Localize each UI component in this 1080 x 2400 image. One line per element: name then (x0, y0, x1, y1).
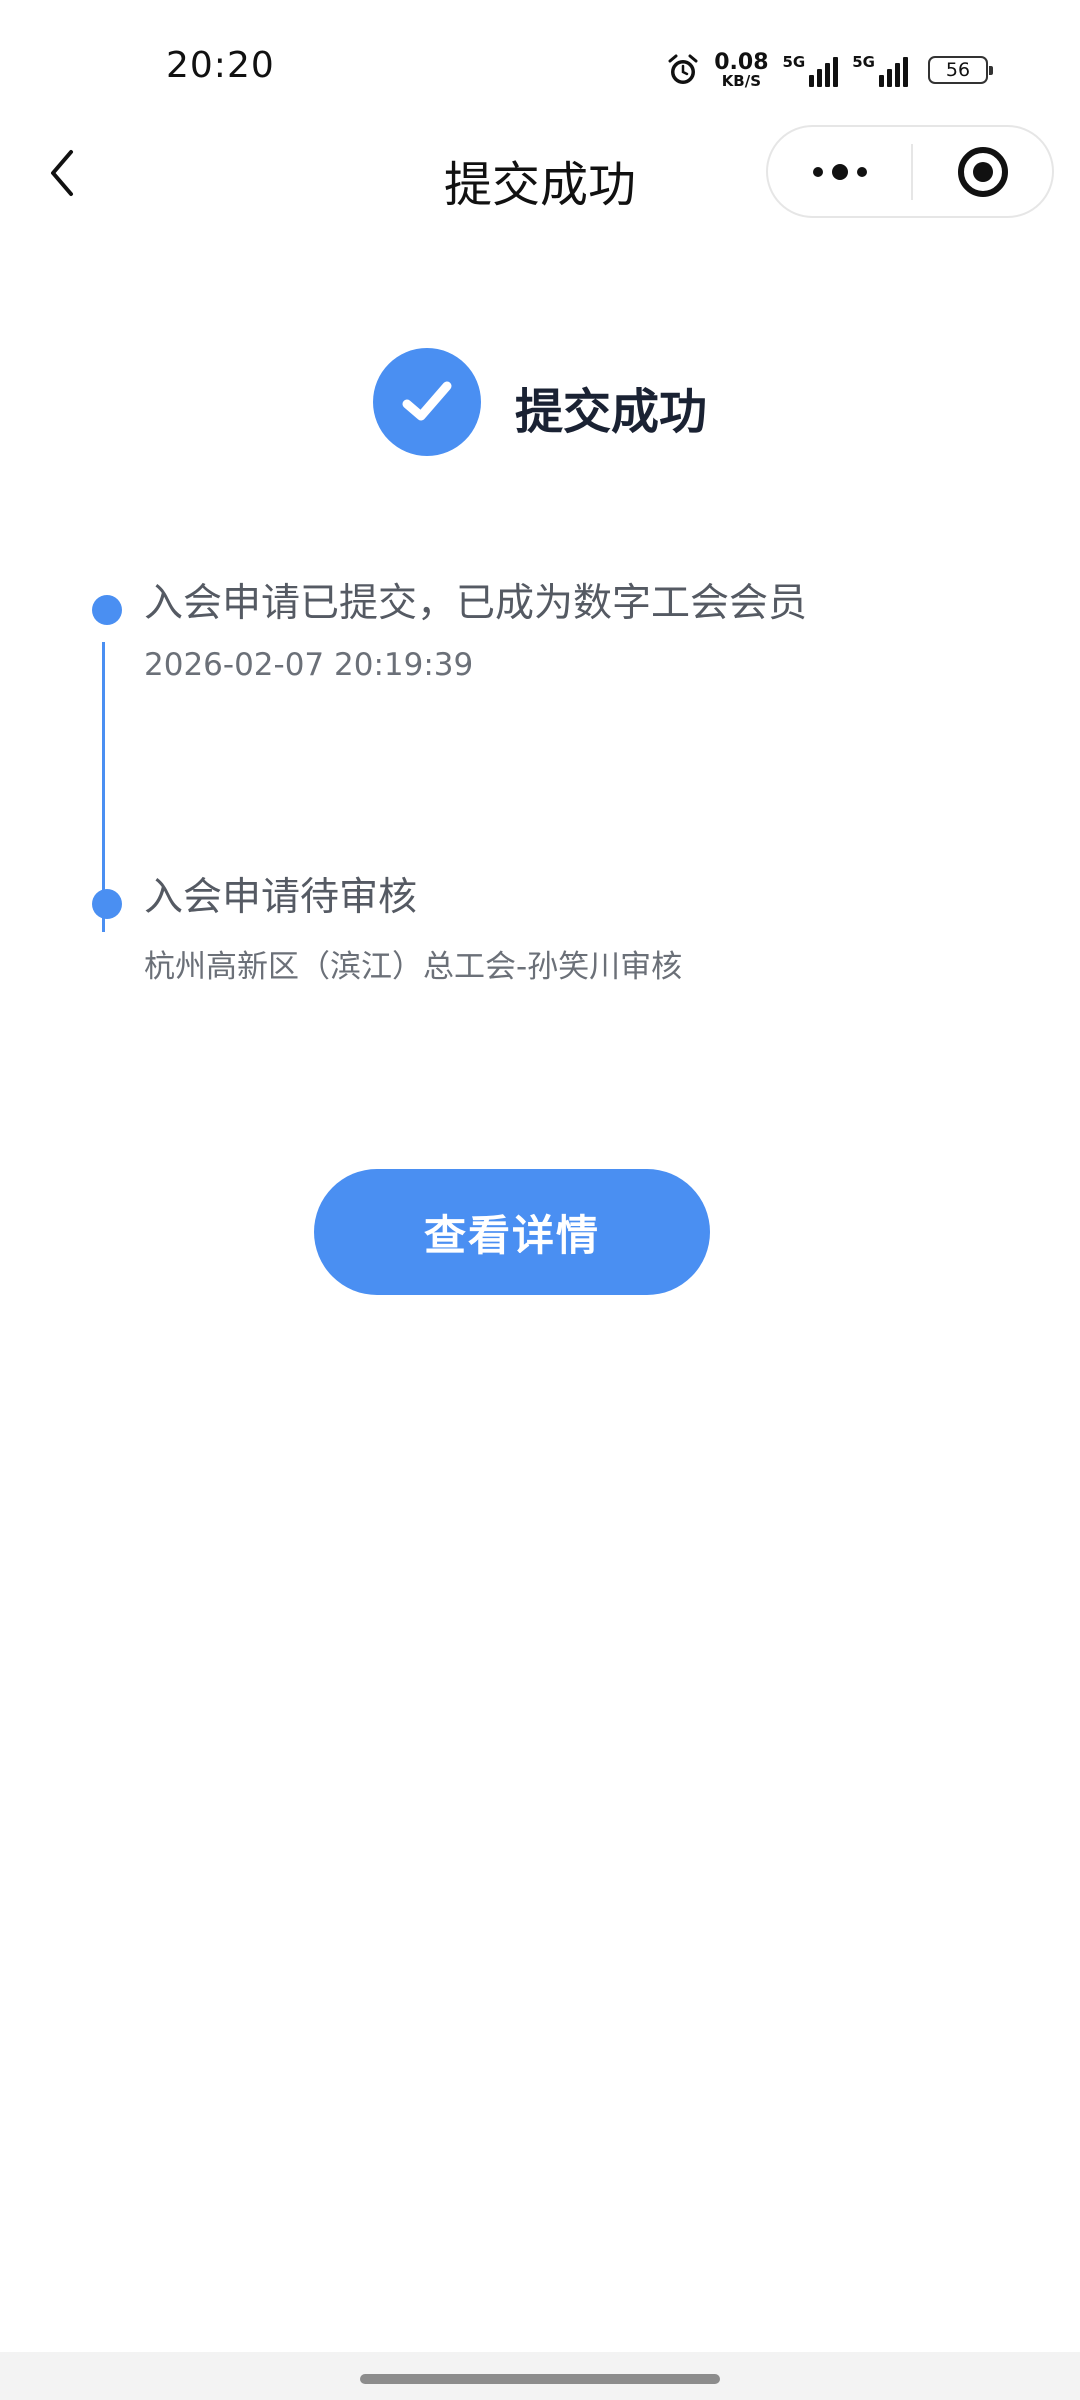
sim2-network-label: 5G (852, 53, 875, 71)
alarm-icon (668, 54, 698, 84)
timeline-step-time: 2026-02-07 20:19:39 (144, 647, 474, 683)
status-bar: 20:20 0.08 KB/S 5G 5G 56 (0, 0, 1080, 130)
timeline-step-title: 入会申请已提交，已成为数字工会会员 (144, 581, 808, 626)
check-icon (402, 381, 452, 421)
battery-icon: 56 (928, 56, 993, 84)
mini-program-capsule (766, 125, 1054, 218)
signal-icon: 5G (852, 53, 908, 87)
timeline-dot (92, 595, 122, 625)
navigation-bar: 提交成功 (0, 125, 1080, 220)
network-speed-unit: KB/S (721, 71, 762, 90)
progress-timeline: 入会申请已提交，已成为数字工会会员 2026-02-07 20:19:39 入会… (0, 560, 1080, 1000)
timeline-step-reviewer: 杭州高新区（滨江）总工会-孙笑川审核 (144, 949, 683, 985)
home-indicator[interactable] (360, 2374, 720, 2384)
view-details-button[interactable]: 查看详情 (314, 1169, 710, 1295)
success-header: 提交成功 (0, 348, 1080, 458)
success-text: 提交成功 (515, 384, 708, 440)
timeline-dot (92, 889, 122, 919)
battery-level: 56 (945, 59, 971, 81)
network-speed-value: 0.08 (714, 49, 769, 75)
target-circle-icon (957, 146, 1008, 197)
more-dots-icon (812, 163, 867, 180)
gesture-bar (0, 2352, 1080, 2400)
status-time: 20:20 (166, 45, 275, 86)
timeline-step-title: 入会申请待审核 (144, 875, 418, 920)
more-button[interactable] (768, 127, 911, 216)
signal-icon: 5G (783, 53, 839, 87)
status-indicators: 0.08 KB/S 5G 5G 56 (666, 49, 993, 90)
close-mini-program-button[interactable] (913, 127, 1052, 216)
network-speed: 0.08 KB/S (714, 49, 769, 90)
check-circle-icon (373, 348, 481, 456)
sim1-network-label: 5G (782, 53, 806, 71)
